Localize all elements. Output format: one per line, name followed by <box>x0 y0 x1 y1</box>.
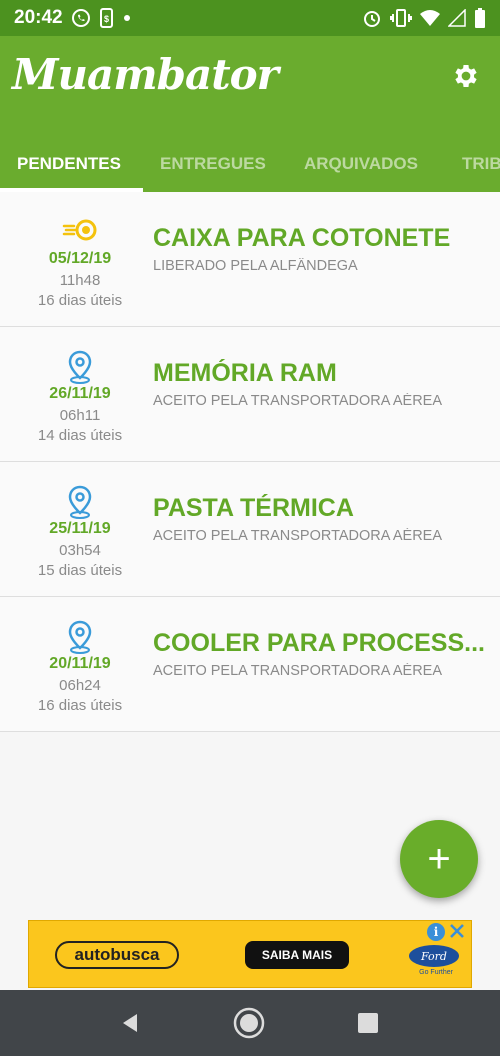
location-pin-icon <box>62 619 98 655</box>
add-package-button[interactable]: + <box>400 820 478 898</box>
list-item[interactable]: 20/11/19 06h24 16 dias úteis COOLER PARA… <box>0 597 500 732</box>
phone-payment-icon: $ <box>99 8 115 28</box>
recents-button[interactable] <box>352 1007 384 1039</box>
package-status: ACEITO PELA TRANSPORTADORA AÉREA <box>153 663 443 679</box>
package-title: MEMÓRIA RAM <box>153 359 337 387</box>
package-days: 16 dias úteis <box>37 292 123 309</box>
ad-banner[interactable]: autobusca SAIBA MAIS i Ford Go Further <box>28 920 472 988</box>
ad-info-icon[interactable]: i <box>427 923 445 941</box>
package-status: ACEITO PELA TRANSPORTADORA AÉREA <box>153 393 443 409</box>
list-item[interactable]: 25/11/19 03h54 15 dias úteis PASTA TÉRMI… <box>0 462 500 597</box>
package-date: 20/11/19 <box>49 655 111 672</box>
plus-icon: + <box>427 836 451 881</box>
status-time: 20:42 <box>14 7 63 28</box>
package-time: 06h11 <box>59 407 101 424</box>
package-title: CAIXA PARA COTONETE <box>153 224 451 252</box>
battery-icon <box>474 8 486 28</box>
package-date: 25/11/19 <box>49 520 111 537</box>
alarm-icon <box>362 8 382 28</box>
recents-square-icon <box>358 1013 378 1033</box>
customs-sun-icon <box>62 214 98 250</box>
package-days: 16 dias úteis <box>37 697 123 714</box>
settings-button[interactable] <box>450 60 482 92</box>
package-date: 26/11/19 <box>49 385 111 402</box>
ad-cta-button[interactable]: SAIBA MAIS <box>245 941 349 969</box>
signal-icon <box>448 9 466 27</box>
package-time: 03h54 <box>59 542 101 559</box>
ad-brand-logo[interactable]: Ford <box>409 945 459 967</box>
package-days: 15 dias úteis <box>37 562 123 579</box>
system-nav-bar <box>0 990 500 1056</box>
package-date: 05/12/19 <box>48 250 112 267</box>
package-list: 05/12/19 11h48 16 dias úteis CAIXA PARA … <box>0 192 500 732</box>
status-bar: 20:42 $ <box>0 0 500 36</box>
tab-bar: PENDENTES ENTREGUES ARQUIVADOS TRIB <box>0 136 500 192</box>
package-status: LIBERADO PELA ALFÂNDEGA <box>153 258 358 274</box>
list-item[interactable]: 26/11/19 06h11 14 dias úteis MEMÓRIA RAM… <box>0 327 500 462</box>
package-status: ACEITO PELA TRANSPORTADORA AÉREA <box>153 528 443 544</box>
wifi-icon <box>420 9 440 27</box>
notification-dot-icon <box>123 14 131 22</box>
app-bar: Muambator PENDENTES ENTREGUES ARQUIVADOS… <box>0 36 500 192</box>
back-button[interactable] <box>114 1007 146 1039</box>
vibrate-icon <box>390 8 412 28</box>
tab-pendentes[interactable]: PENDENTES <box>17 136 121 192</box>
gear-icon <box>455 65 477 87</box>
app-title: Muambator <box>12 50 279 99</box>
home-button[interactable] <box>233 1007 265 1039</box>
ad-brand-tagline: Go Further <box>419 969 453 976</box>
svg-text:$: $ <box>104 14 109 24</box>
package-time: 06h24 <box>59 677 101 694</box>
package-time: 11h48 <box>59 272 101 289</box>
location-pin-icon <box>62 349 98 385</box>
list-item[interactable]: 05/12/19 11h48 16 dias úteis CAIXA PARA … <box>0 192 500 327</box>
back-triangle-icon <box>123 1014 137 1032</box>
package-title: COOLER PARA PROCESS... <box>153 629 485 657</box>
package-title: PASTA TÉRMICA <box>153 494 354 522</box>
home-circle-icon <box>233 1007 265 1039</box>
ad-close-icon[interactable] <box>447 921 467 941</box>
tab-tributados[interactable]: TRIB <box>462 136 500 192</box>
package-days: 14 dias úteis <box>37 427 123 444</box>
location-pin-icon <box>62 484 98 520</box>
whatsapp-icon <box>71 8 91 28</box>
tab-entregues[interactable]: ENTREGUES <box>160 136 266 192</box>
tab-arquivados[interactable]: ARQUIVADOS <box>304 136 418 192</box>
ad-logo[interactable]: autobusca <box>55 941 179 969</box>
